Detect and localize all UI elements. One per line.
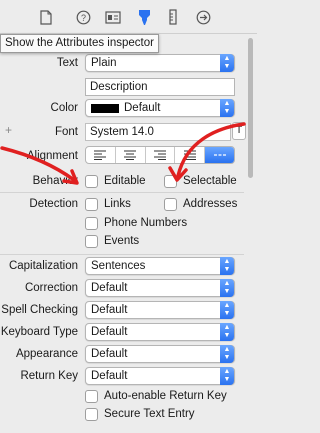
color-swatch	[91, 104, 119, 113]
links-checkbox[interactable]	[85, 198, 98, 211]
chevron-updown-icon: ▲ ▼	[220, 323, 234, 341]
color-value: Default	[124, 102, 161, 114]
attributes-icon[interactable]	[135, 8, 153, 26]
spell-checking-label: Spell Checking	[1, 304, 78, 316]
selectable-label: Selectable	[183, 175, 237, 187]
selectable-checkbox[interactable]	[164, 175, 177, 188]
align-left-icon[interactable]	[86, 147, 116, 163]
scrollbar-thumb[interactable]	[248, 38, 253, 178]
auto-enable-return-key-checkbox[interactable]	[85, 390, 98, 403]
inspector-toolbar: ?	[0, 0, 257, 34]
return-key-popup[interactable]: Default ▲ ▼	[85, 367, 235, 385]
correction-value: Default	[91, 282, 128, 294]
capitalization-label: Capitalization	[8, 260, 78, 272]
chevron-updown-icon: ▲ ▼	[220, 99, 234, 117]
behavior-label: Behavior	[32, 175, 78, 187]
events-label: Events	[104, 235, 140, 247]
phone-numbers-checkbox[interactable]	[85, 217, 98, 230]
keyboard-type-popup[interactable]: Default ▲ ▼	[85, 323, 235, 341]
alignment-segmented-control[interactable]	[85, 146, 235, 164]
secure-text-entry-checkbox[interactable]	[85, 408, 98, 421]
text-type-popup[interactable]: Plain ▲ ▼	[85, 54, 235, 72]
connections-icon[interactable]	[194, 8, 212, 26]
section-divider	[0, 192, 244, 193]
align-justified-icon[interactable]	[175, 147, 206, 163]
events-checkbox[interactable]	[85, 235, 98, 248]
addresses-label: Addresses	[183, 198, 238, 210]
tooltip: Show the Attributes inspector	[0, 34, 159, 53]
chevron-updown-icon: ▲ ▼	[220, 345, 234, 363]
spell-checking-popup[interactable]: Default ▲ ▼	[85, 301, 235, 319]
align-natural-icon[interactable]	[205, 147, 234, 163]
editable-checkbox[interactable]	[85, 175, 98, 188]
auto-enable-return-key-label: Auto-enable Return Key	[104, 390, 227, 402]
chevron-updown-icon: ▲ ▼	[220, 279, 234, 297]
text-type-value: Plain	[91, 57, 117, 69]
capitalization-popup[interactable]: Sentences ▲ ▼	[85, 257, 235, 275]
color-popup[interactable]: Default ▲ ▼	[85, 99, 235, 117]
section-divider	[0, 254, 244, 255]
addresses-checkbox[interactable]	[164, 198, 177, 211]
keyboard-type-label: Keyboard Type	[0, 326, 78, 338]
file-icon[interactable]	[37, 8, 55, 26]
secure-text-entry-label: Secure Text Entry	[104, 408, 195, 420]
alignment-label: Alignment	[26, 150, 78, 162]
identity-icon[interactable]	[104, 8, 122, 26]
svg-text:?: ?	[80, 13, 85, 23]
description-field[interactable]: Description	[85, 78, 235, 96]
phone-numbers-label: Phone Numbers	[104, 217, 188, 229]
vertical-scrollbar[interactable]	[246, 34, 255, 433]
editable-label: Editable	[104, 175, 146, 187]
font-glyph: T	[235, 125, 243, 136]
help-icon[interactable]: ?	[74, 8, 92, 26]
font-label: Font	[54, 126, 78, 138]
font-value: System 14.0	[90, 126, 154, 138]
chevron-updown-icon: ▲ ▼	[220, 54, 234, 72]
correction-popup[interactable]: Default ▲ ▼	[85, 279, 235, 297]
align-right-icon[interactable]	[146, 147, 176, 163]
font-picker-button[interactable]: T	[232, 122, 246, 140]
links-label: Links	[104, 198, 131, 210]
appearance-label: Appearance	[15, 348, 78, 360]
capitalization-value: Sentences	[91, 260, 146, 272]
attributes-panel: Text Plain ▲ ▼ Description Color Default …	[0, 34, 246, 433]
correction-label: Correction	[24, 282, 78, 294]
appearance-popup[interactable]: Default ▲ ▼	[85, 345, 235, 363]
return-key-label: Return Key	[20, 370, 78, 382]
detection-label: Detection	[29, 198, 78, 210]
size-icon[interactable]	[164, 8, 182, 26]
text-label: Text	[56, 57, 78, 69]
keyboard-type-value: Default	[91, 326, 128, 338]
description-value: Description	[90, 81, 148, 93]
chevron-updown-icon: ▲ ▼	[220, 301, 234, 319]
appearance-value: Default	[91, 348, 128, 360]
color-label: Color	[50, 102, 78, 114]
chevron-updown-icon: ▲ ▼	[220, 257, 234, 275]
return-key-value: Default	[91, 370, 128, 382]
font-field[interactable]: System 14.0	[85, 123, 231, 141]
align-center-icon[interactable]	[116, 147, 146, 163]
chevron-updown-icon: ▲ ▼	[220, 367, 234, 385]
spell-checking-value: Default	[91, 304, 128, 316]
